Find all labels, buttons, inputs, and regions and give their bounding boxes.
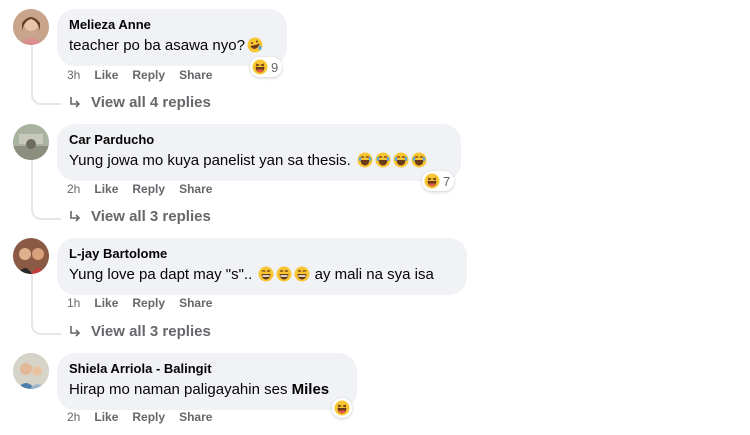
reply-button[interactable]: Reply	[132, 410, 165, 424]
avatar[interactable]	[13, 124, 49, 160]
comment-time[interactable]: 1h	[67, 296, 80, 310]
grin-sweat-emoji	[393, 152, 409, 168]
comment-actions: 2h Like Reply Share	[67, 410, 226, 424]
thread-line	[31, 160, 61, 220]
grin-sweat-emoji	[411, 152, 427, 168]
share-button[interactable]: Share	[179, 182, 212, 196]
comment-author[interactable]: Melieza Anne	[69, 17, 275, 33]
comment-time[interactable]: 3h	[67, 68, 80, 82]
haha-icon	[334, 400, 350, 416]
grin-emoji	[258, 266, 274, 282]
avatar[interactable]	[13, 238, 49, 274]
share-button[interactable]: Share	[179, 68, 212, 82]
share-button[interactable]: Share	[179, 296, 212, 310]
comment-bubble: Car Parducho Yung jowa mo kuya panelist …	[57, 124, 461, 181]
grin-sweat-emoji	[375, 152, 391, 168]
reaction-summary[interactable]	[332, 398, 352, 418]
comment-text: Yung love pa dapt may "s".. ay mali na s…	[69, 266, 434, 283]
comment-bubble: Melieza Anne teacher po ba asawa nyo?	[57, 9, 287, 66]
like-button[interactable]: Like	[94, 296, 118, 310]
comment-text: Hirap mo naman paligayahin ses Miles	[69, 381, 330, 398]
comment-actions: 3h Like Reply Share	[67, 68, 226, 82]
reply-arrow-icon	[70, 96, 81, 108]
view-replies-label: View all 3 replies	[91, 208, 211, 225]
avatar[interactable]	[13, 353, 49, 389]
reaction-summary[interactable]: 7	[422, 171, 455, 191]
like-button[interactable]: Like	[94, 68, 118, 82]
reaction-count: 9	[271, 59, 279, 75]
comment-time[interactable]: 2h	[67, 182, 80, 196]
haha-icon	[424, 173, 440, 189]
thread-line	[31, 274, 61, 335]
reply-arrow-icon	[70, 210, 81, 222]
grin-emoji	[276, 266, 292, 282]
share-button[interactable]: Share	[179, 410, 212, 424]
like-button[interactable]: Like	[94, 182, 118, 196]
view-replies-link[interactable]: View all 4 replies	[67, 94, 211, 111]
reply-button[interactable]: Reply	[132, 296, 165, 310]
view-replies-label: View all 3 replies	[91, 323, 211, 340]
reply-button[interactable]: Reply	[132, 68, 165, 82]
comment-text: teacher po ba asawa nyo?	[69, 36, 275, 56]
view-replies-link[interactable]: View all 3 replies	[67, 323, 211, 340]
like-button[interactable]: Like	[94, 410, 118, 424]
reply-button[interactable]: Reply	[132, 182, 165, 196]
reaction-count: 7	[443, 173, 451, 189]
view-replies-link[interactable]: View all 3 replies	[67, 208, 211, 225]
comment-bubble: L-jay Bartolome Yung love pa dapt may "s…	[57, 238, 467, 295]
thread-line	[31, 45, 61, 105]
grin-emoji	[294, 266, 310, 282]
view-replies-label: View all 4 replies	[91, 94, 211, 111]
comment-actions: 2h Like Reply Share	[67, 182, 226, 196]
reply-arrow-icon	[70, 325, 81, 337]
avatar[interactable]	[13, 9, 49, 45]
comment-bubble: Shiela Arriola - Balingit Hirap mo naman…	[57, 353, 357, 410]
comment-actions: 1h Like Reply Share	[67, 296, 226, 310]
rofl-emoji	[247, 37, 263, 53]
comment-time[interactable]: 2h	[67, 410, 80, 424]
comment-author[interactable]: Shiela Arriola - Balingit	[69, 361, 345, 377]
comment-author[interactable]: Car Parducho	[69, 132, 449, 148]
haha-icon	[252, 59, 268, 75]
comment-author[interactable]: L-jay Bartolome	[69, 246, 455, 262]
comment-text: Yung jowa mo kuya panelist yan sa thesis…	[69, 151, 449, 171]
reaction-summary[interactable]: 9	[250, 57, 283, 77]
grin-sweat-emoji	[357, 152, 373, 168]
mention-tag[interactable]: Miles	[292, 381, 330, 398]
